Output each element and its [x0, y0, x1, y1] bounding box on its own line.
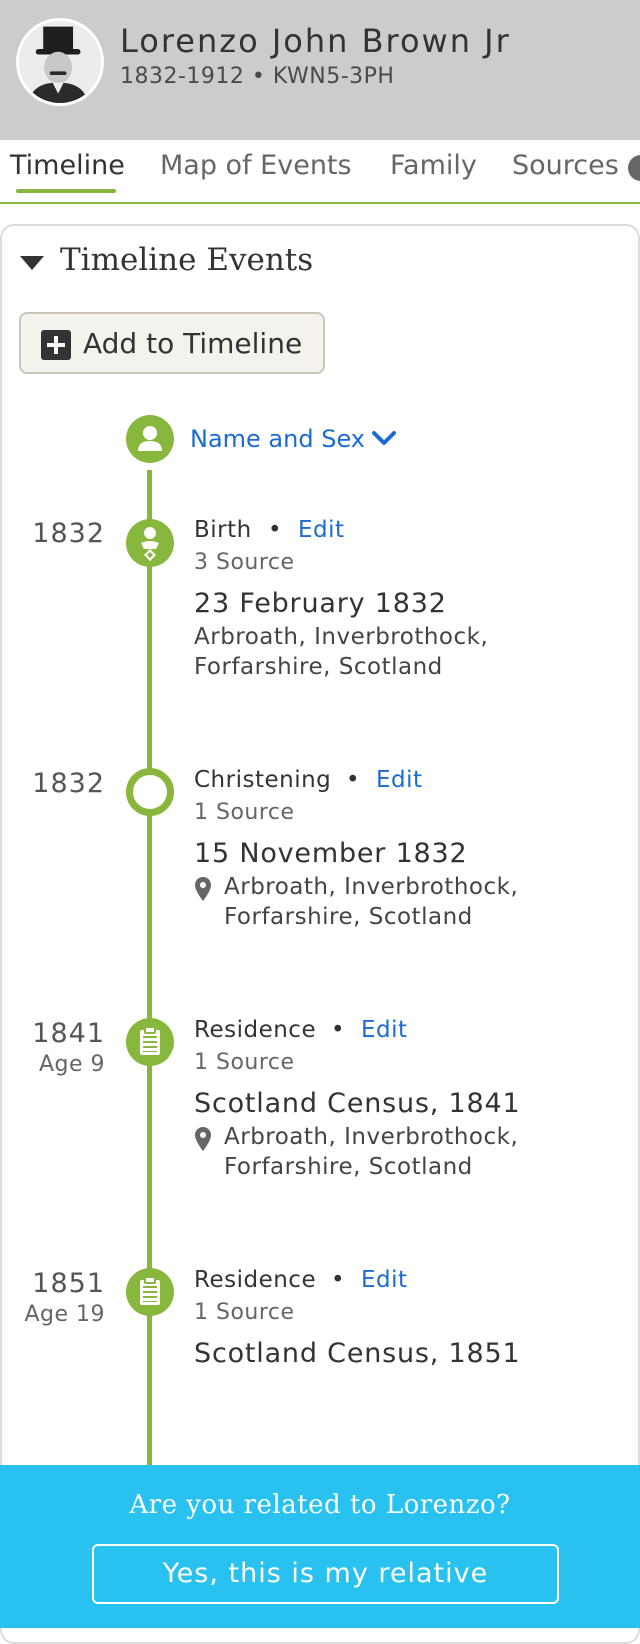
event-type: Residence: [194, 1267, 317, 1293]
event-place-line1: Arbroath, Inverbrothock,: [224, 874, 519, 900]
tab-map-of-events[interactable]: Map of Events: [160, 150, 352, 181]
active-tab-indicator: [16, 189, 116, 193]
event-place-line2: Forfarshire, Scotland: [224, 1154, 473, 1180]
event-type: Christening: [194, 767, 332, 793]
event-date: 15 November 1832: [194, 838, 468, 869]
tab-sources[interactable]: Sources: [512, 150, 619, 181]
event-date: 23 February 1832: [194, 588, 447, 619]
edit-link[interactable]: Edit: [298, 517, 345, 543]
tab-bar: Timeline Map of Events Family Sources: [0, 140, 640, 204]
separator-dot: •: [331, 1017, 345, 1043]
event-sources[interactable]: 3 Source: [194, 550, 295, 575]
add-to-timeline-button[interactable]: Add to Timeline: [19, 312, 325, 374]
collapse-caret-icon[interactable]: [20, 256, 44, 270]
event-year: 1851: [32, 1268, 105, 1299]
event-year: 1832: [32, 518, 105, 549]
person-name: Lorenzo John Brown Jr: [120, 22, 511, 60]
event-type: Residence: [194, 1017, 317, 1043]
yes-relative-button[interactable]: Yes, this is my relative: [92, 1544, 559, 1604]
map-pin-icon: [195, 1127, 211, 1151]
chevron-down-icon[interactable]: [370, 428, 398, 450]
tab-family[interactable]: Family: [390, 150, 477, 181]
event-place-line1: Arbroath, Inverbrothock,: [224, 1124, 519, 1150]
person-node-icon: [126, 415, 174, 463]
event-place-line1: Arbroath, Inverbrothock,: [194, 624, 489, 650]
name-and-sex-toggle[interactable]: Name and Sex: [190, 425, 365, 453]
person-lifespan-id: 1832-1912 • KWN5-3PH: [120, 64, 395, 89]
separator-dot: •: [346, 767, 360, 793]
edit-link[interactable]: Edit: [361, 1267, 408, 1293]
event-sources[interactable]: 1 Source: [194, 1050, 295, 1075]
event-title: Scotland Census, 1841: [194, 1088, 521, 1119]
tab-timeline[interactable]: Timeline: [10, 150, 125, 181]
event-year: 1841: [32, 1018, 105, 1049]
timeline-line: [147, 470, 152, 1470]
baby-icon: [126, 519, 174, 567]
event-place-line2: Forfarshire, Scotland: [194, 654, 443, 680]
edit-link[interactable]: Edit: [376, 767, 423, 793]
clipboard-icon: [126, 1018, 174, 1066]
event-age: Age 9: [38, 1052, 105, 1077]
separator-dot: •: [331, 1267, 345, 1293]
event-sources[interactable]: 1 Source: [194, 800, 295, 825]
event-place-line2: Forfarshire, Scotland: [224, 904, 473, 930]
event-sources[interactable]: 1 Source: [194, 1300, 295, 1325]
section-title[interactable]: Timeline Events: [60, 242, 313, 278]
plus-icon: [41, 330, 71, 360]
edit-link[interactable]: Edit: [361, 1017, 408, 1043]
event-year: 1832: [32, 768, 105, 799]
event-age: Age 19: [24, 1302, 105, 1327]
separator-dot: •: [268, 517, 282, 543]
map-pin-icon: [195, 877, 211, 901]
event-type: Birth: [194, 517, 252, 543]
relative-question: Are you related to Lorenzo?: [129, 1490, 511, 1520]
add-to-timeline-label: Add to Timeline: [83, 327, 303, 360]
clipboard-icon: [126, 1268, 174, 1316]
ring-icon: [126, 768, 174, 816]
portrait-image: [19, 21, 101, 103]
person-header: Lorenzo John Brown Jr 1832-1912 • KWN5-3…: [0, 0, 640, 140]
avatar[interactable]: [16, 18, 104, 106]
event-title: Scotland Census, 1851: [194, 1338, 521, 1369]
